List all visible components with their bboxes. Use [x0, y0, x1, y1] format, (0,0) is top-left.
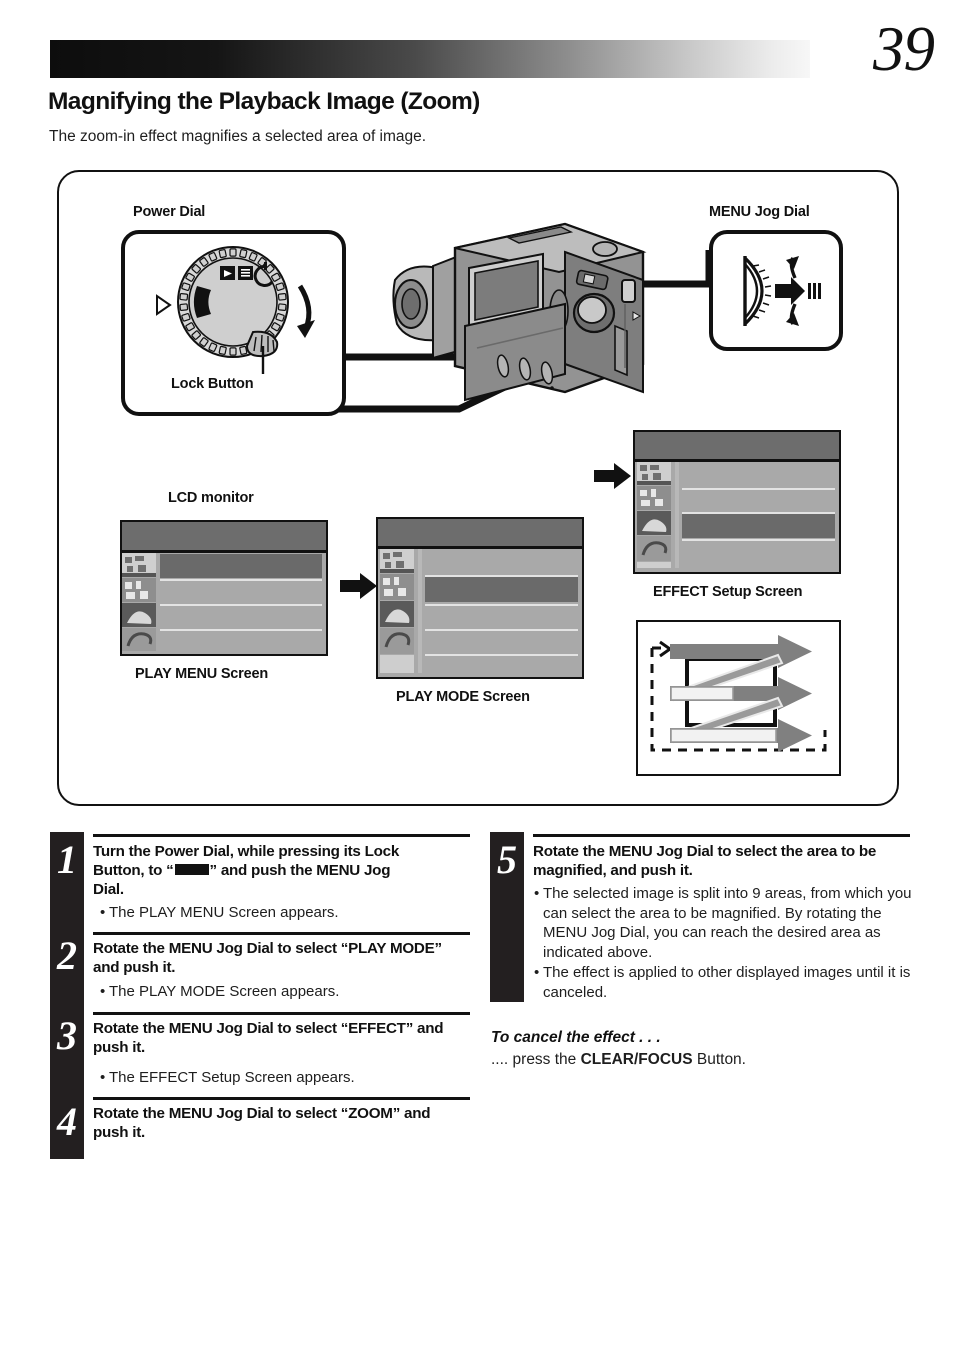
power-dial-callout: Lock Button — [121, 230, 346, 416]
screen-row — [682, 463, 835, 487]
step-number-1: 1 — [57, 837, 77, 882]
step-rule — [93, 834, 470, 837]
flow-arrow-right-icon — [594, 463, 631, 489]
screen-row-selected — [160, 554, 322, 578]
step-5-bullet-1: The selected image is split into 9 areas… — [543, 885, 912, 961]
step-2-heading: Rotate the MENU Jog Dial to select “PLAY… — [93, 940, 442, 976]
effect-setup-screen — [633, 430, 841, 574]
step-3-bullets: • The EFFECT Setup Screen appears. — [100, 1068, 468, 1088]
bullet-dot: • — [534, 885, 540, 902]
cancel-effect-heading: To cancel the effect . . . — [491, 1029, 661, 1046]
screen-thumbnails — [122, 553, 156, 651]
screen-title-bar — [378, 519, 582, 546]
page-intro-text: The zoom-in effect magnifies a selected … — [49, 128, 427, 145]
screen-row — [425, 550, 578, 574]
screen-thumbnails — [637, 462, 671, 568]
bullet-dot: • — [534, 964, 540, 981]
page-title: Magnifying the Playback Image (Zoom) — [48, 88, 480, 115]
step-5-bullet-2: The effect is applied to other displayed… — [543, 964, 911, 1001]
screen-row-sep — [160, 604, 322, 606]
screen-title-bar — [122, 522, 326, 550]
step-rule — [93, 1097, 470, 1100]
step-2-bullets: • The PLAY MODE Screen appears. — [100, 982, 468, 1002]
illustration-panel: Power Dial Lock Button MENU Jog Dial LCD… — [57, 170, 899, 806]
menu-jog-dial-label: MENU Jog Dial — [709, 204, 810, 220]
screen-divider — [418, 549, 422, 673]
play-mode-screen — [376, 517, 584, 679]
lcd-monitor-label: LCD monitor — [168, 490, 254, 506]
steps-left-column: 1 Turn the Power Dial, while pressing it… — [50, 832, 470, 1162]
scan-pattern-illustration — [650, 635, 827, 752]
steps-right-column: 5 Rotate the MENU Jog Dial to select the… — [490, 832, 912, 1012]
screen-row-sep — [425, 629, 578, 631]
page-number: 39 — [873, 14, 935, 84]
header-gradient-band — [50, 40, 810, 78]
cancel-prefix: .... press the — [491, 1051, 581, 1068]
screen-row-selected — [425, 576, 578, 602]
step-5-bullet-row: • The selected image is split into 9 are… — [534, 884, 914, 962]
step-number-3: 3 — [57, 1013, 77, 1058]
menu-jog-dial-callout — [709, 230, 843, 351]
screen-divider — [675, 462, 679, 568]
lock-button-label: Lock Button — [171, 376, 254, 392]
jog-dial-icon — [743, 256, 821, 326]
step-rule — [93, 932, 470, 935]
screen-title-bar — [635, 432, 839, 459]
screen-row-selected — [682, 514, 835, 538]
bullet-dot: • — [100, 1069, 106, 1086]
power-dial-mode-symbol — [174, 864, 209, 876]
screen-row-sep — [425, 575, 578, 577]
screen-row-sep — [425, 604, 578, 606]
step-1-line-a: Turn the Power Dial, while pressing its … — [93, 843, 400, 860]
screen-row-sep — [682, 488, 835, 490]
step-5-heading: Rotate the MENU Jog Dial to select the a… — [533, 843, 877, 879]
effect-setup-screen-label: EFFECT Setup Screen — [653, 584, 803, 600]
step-2-bullet-1: The PLAY MODE Screen appears. — [109, 983, 340, 1000]
step-1-bullet-1: The PLAY MENU Screen appears. — [109, 904, 339, 921]
play-menu-screen — [120, 520, 328, 656]
clear-focus-button-name: CLEAR/FOCUS — [580, 1051, 693, 1068]
camcorder-illustration — [392, 222, 647, 402]
step-3-bullet-1: The EFFECT Setup Screen appears. — [109, 1069, 355, 1086]
screen-row-sep — [160, 629, 322, 631]
screen-row-sep — [160, 579, 322, 581]
step-1-line-c: ” and push the MENU Jog — [209, 862, 391, 879]
step-number-2: 2 — [57, 933, 77, 978]
step-5-bullet-row: • The effect is applied to other display… — [534, 963, 914, 1002]
screen-row-sep — [682, 512, 835, 514]
step-1-line-d: Dial. — [93, 881, 124, 898]
screen-thumbnails — [380, 549, 414, 673]
step-1-heading: Turn the Power Dial, while pressing its … — [93, 842, 468, 899]
bullet-dot: • — [100, 904, 106, 921]
manual-page: 39 Magnifying the Playback Image (Zoom) … — [0, 0, 954, 1355]
flow-arrow-right-icon — [340, 573, 377, 599]
play-menu-screen-label: PLAY MENU Screen — [135, 666, 268, 682]
step-4-heading: Rotate the MENU Jog Dial to select “ZOOM… — [93, 1105, 431, 1141]
zoom-area-scan-diagram — [636, 620, 841, 776]
step-1-line-b: Button, to “ — [93, 862, 174, 879]
screen-row-sep — [425, 654, 578, 656]
step-3-heading: Rotate the MENU Jog Dial to select “EFFE… — [93, 1020, 444, 1056]
screen-row-sep — [682, 539, 835, 541]
step-number-4: 4 — [57, 1099, 77, 1144]
step-number-5: 5 — [497, 837, 517, 882]
bullet-dot: • — [100, 983, 106, 1000]
step-rule — [93, 1012, 470, 1015]
step-5-bullets: • The selected image is split into 9 are… — [534, 884, 914, 1002]
cancel-effect-body: .... press the CLEAR/FOCUS Button. — [491, 1051, 911, 1069]
step-1-bullets: • The PLAY MENU Screen appears. — [100, 903, 468, 923]
play-mode-screen-label: PLAY MODE Screen — [396, 689, 530, 705]
cancel-suffix: Button. — [692, 1051, 746, 1068]
step-rule — [533, 834, 910, 837]
